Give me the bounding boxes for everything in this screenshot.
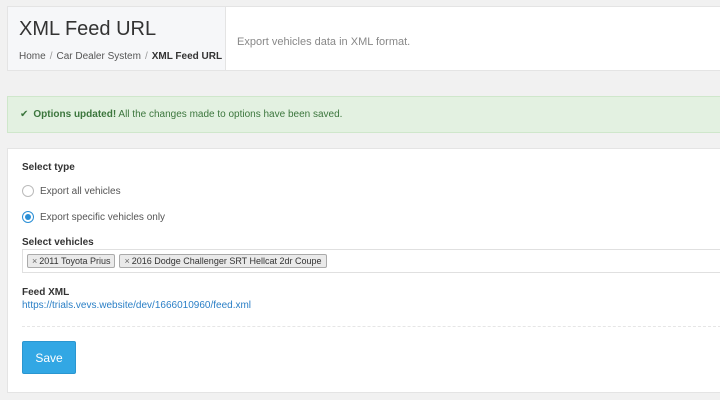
divider	[22, 326, 720, 327]
export-specific-radio[interactable]	[22, 211, 34, 223]
remove-tag-icon[interactable]: ×	[32, 256, 37, 266]
success-notice: ✔ Options updated! All the changes made t…	[7, 96, 720, 133]
export-all-label[interactable]: Export all vehicles	[40, 186, 121, 197]
check-icon: ✔	[20, 109, 29, 120]
feed-xml-label: Feed XML	[22, 287, 70, 298]
vehicle-tag-label: 2016 Dodge Challenger SRT Hellcat 2dr Co…	[131, 256, 322, 266]
breadcrumb-separator: /	[49, 51, 53, 62]
header-title-block: XML Feed URL Home / Car Dealer System / XML …	[8, 7, 226, 70]
notice-title: Options updated!	[33, 109, 117, 120]
breadcrumb-home[interactable]: Home	[19, 51, 46, 62]
option-export-all[interactable]: Export all vehicles	[22, 185, 121, 197]
save-button[interactable]: Save	[22, 341, 76, 374]
page-description: Export vehicles data in XML format.	[237, 36, 411, 48]
select-vehicles-label: Select vehicles	[22, 237, 94, 248]
notice-text: All the changes made to options have bee…	[118, 109, 343, 120]
page-header: XML Feed URL Home / Car Dealer System / XML …	[7, 6, 720, 71]
page-title: XML Feed URL	[19, 18, 157, 40]
xml-feed-form: Select type Export all vehicles Export s…	[7, 148, 720, 393]
vehicles-multiselect[interactable]: × 2011 Toyota Prius × 2016 Dodge Challenge…	[22, 249, 720, 273]
vehicle-tag-label: 2011 Toyota Prius	[39, 256, 111, 266]
export-specific-label[interactable]: Export specific vehicles only	[40, 212, 165, 223]
option-export-specific[interactable]: Export specific vehicles only	[22, 211, 165, 223]
breadcrumb-current: XML Feed URL	[151, 51, 223, 62]
feed-url-link[interactable]: https://trials.vevs.website/dev/16660109…	[22, 300, 251, 311]
export-all-radio[interactable]	[22, 185, 34, 197]
breadcrumb: Home / Car Dealer System / XML Feed URL	[19, 51, 225, 62]
breadcrumb-separator: /	[144, 51, 148, 62]
vehicle-tag: × 2016 Dodge Challenger SRT Hellcat 2dr C…	[119, 254, 327, 268]
vehicle-tag: × 2011 Toyota Prius	[27, 254, 116, 268]
remove-tag-icon[interactable]: ×	[124, 256, 129, 266]
breadcrumb-car-dealer-system[interactable]: Car Dealer System	[56, 51, 140, 62]
select-type-label: Select type	[22, 162, 75, 173]
